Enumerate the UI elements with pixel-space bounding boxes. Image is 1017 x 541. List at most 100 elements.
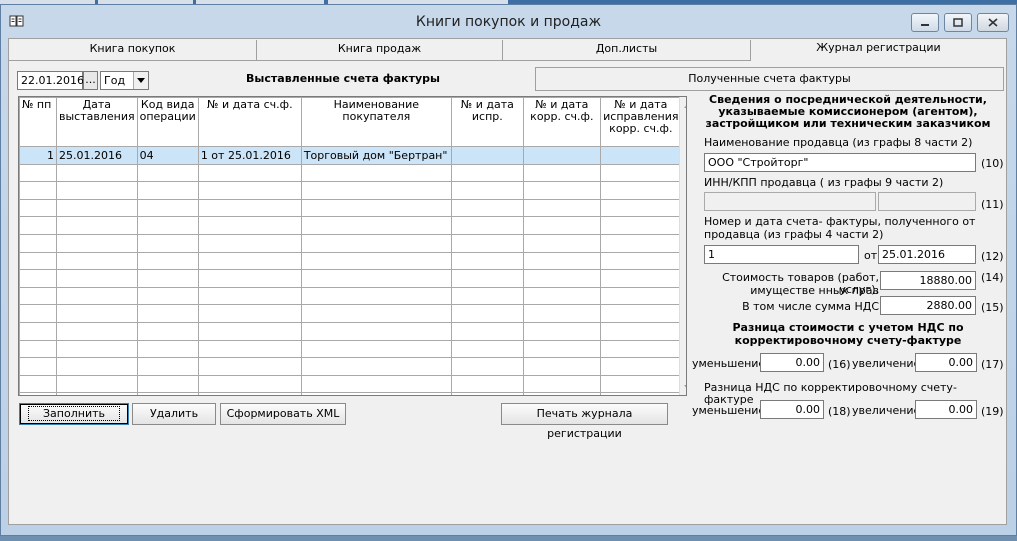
invoice-label-line2: продавца (из графы 4 части 2)	[704, 228, 884, 241]
title-bar[interactable]: Книги покупок и продаж	[1, 5, 1016, 37]
table-row-empty[interactable]	[19, 216, 682, 235]
tabs-divider	[9, 60, 751, 61]
window-title: Книги покупок и продаж	[415, 14, 602, 30]
cell-invoice[interactable]: 1 от 25.01.2016	[197, 146, 302, 165]
minimize-button[interactable]	[911, 13, 939, 32]
vat-field[interactable]: 2880.00	[880, 296, 976, 315]
tab-additional-sheets[interactable]: Доп.листы	[503, 40, 751, 60]
invoice-table: № пп Дата выставления Код вида операции …	[19, 97, 682, 395]
vat-increase-label: увеличение	[852, 404, 921, 417]
invoice-label-line1: Номер и дата счета- фактуры, полученного…	[704, 215, 976, 228]
table-row-empty[interactable]	[19, 233, 682, 253]
form-client-area: Книга покупок Книга продаж Доп.листы Жур…	[8, 38, 1007, 525]
main-window: Книги покупок и продаж Книга покупок Кни…	[0, 4, 1017, 536]
chevron-down-icon	[683, 384, 686, 388]
invoice-number-field[interactable]: 1	[704, 245, 859, 264]
column-header-issue-date[interactable]: Дата выставления	[56, 97, 138, 147]
generate-xml-button[interactable]: Сформировать XML	[220, 403, 346, 425]
column-header-adjustment-correction[interactable]: № и дата исправления корр. сч.ф.	[599, 97, 682, 147]
index-11: (11)	[981, 198, 1004, 211]
column-header-number[interactable]: № пп	[19, 97, 57, 147]
maximize-icon	[953, 18, 963, 27]
invoice-date-field[interactable]: 25.01.2016	[878, 245, 976, 264]
date-picker-button[interactable]: ...	[83, 71, 98, 90]
index-14: (14)	[981, 271, 1004, 284]
kpp-field[interactable]	[878, 192, 976, 211]
table-row-empty[interactable]	[19, 304, 682, 323]
tab-purchase-book[interactable]: Книга покупок	[9, 40, 257, 60]
invoice-grid[interactable]: № пп Дата выставления Код вида операции …	[18, 96, 687, 396]
table-row-empty[interactable]	[19, 251, 682, 271]
period-select[interactable]: Год	[100, 71, 149, 90]
cell-issue-date[interactable]: 25.01.2016	[56, 146, 138, 165]
maximize-button[interactable]	[944, 13, 972, 32]
vat-decrease-label: уменьшение	[692, 404, 766, 417]
seller-name-label: Наименование продавца (из графы 8 части …	[704, 136, 973, 149]
fill-button-label: Заполнить	[28, 406, 120, 421]
panel-header: Сведения о посреднической деятельности, …	[705, 93, 991, 130]
table-row-empty[interactable]	[19, 198, 682, 218]
cell-adjustment-correction[interactable]	[599, 146, 682, 165]
delete-button[interactable]: Удалить	[132, 403, 216, 425]
from-label: от	[864, 249, 878, 262]
column-header-invoice[interactable]: № и дата сч.ф.	[197, 97, 302, 147]
cell-correction[interactable]	[450, 146, 524, 165]
cost-field[interactable]: 18880.00	[880, 271, 976, 290]
minimize-icon	[921, 23, 929, 26]
inn-field[interactable]	[704, 192, 876, 211]
tab-registration-journal[interactable]: Журнал регистрации	[751, 39, 1006, 59]
index-17: (17)	[981, 358, 1004, 371]
cost-label-line2: имуществе нных прав	[750, 284, 879, 297]
fill-button[interactable]: Заполнить	[19, 403, 129, 425]
subtab-issued-invoices[interactable]: Выставленные счета фактуры	[151, 69, 535, 91]
diff-header-line1: Разница стоимости с учетом НДС по	[732, 321, 964, 334]
vat-label: В том числе сумма НДС	[742, 300, 879, 313]
dropdown-button[interactable]	[133, 72, 148, 89]
subtab-received-invoices[interactable]: Полученные счета фактуры	[535, 67, 1004, 90]
table-row-empty[interactable]	[19, 269, 682, 288]
table-row-empty[interactable]	[19, 321, 682, 341]
column-header-operation-code[interactable]: Код вида операции	[136, 97, 199, 147]
seller-name-field[interactable]: ООО "Стройторг"	[704, 153, 976, 172]
period-select-value: Год	[104, 74, 126, 87]
table-row-empty[interactable]	[19, 339, 682, 359]
cell-operation-code[interactable]: 04	[136, 146, 199, 165]
diff-increase-label: увеличение	[852, 357, 921, 370]
vat-increase-field[interactable]: 0.00	[915, 400, 977, 419]
chevron-down-icon	[137, 78, 145, 83]
table-row-empty[interactable]	[19, 392, 682, 395]
diff-increase-field[interactable]: 0.00	[915, 353, 977, 372]
table-row-empty[interactable]	[19, 374, 682, 394]
vat-decrease-field[interactable]: 0.00	[760, 400, 824, 419]
inn-kpp-label: ИНН/КПП продавца ( из графы 9 части 2)	[704, 176, 944, 189]
column-header-correction[interactable]: № и дата испр.	[450, 97, 524, 147]
diff-header-line2: корректировочному счету-фактуре	[734, 334, 962, 347]
table-header-row: № пп Дата выставления Код вида операции …	[19, 97, 682, 147]
subtabs-divider	[535, 90, 1004, 91]
date-field[interactable]: 22.01.2016	[17, 71, 84, 90]
chevron-up-icon	[683, 104, 686, 108]
close-icon	[988, 18, 998, 27]
column-header-buyer[interactable]: Наименование покупателя	[300, 97, 452, 147]
table-row-empty[interactable]	[19, 163, 682, 183]
cell-number[interactable]: 1	[19, 146, 57, 165]
table-row-empty[interactable]	[19, 181, 682, 200]
index-10: (10)	[981, 157, 1004, 170]
scroll-down-button[interactable]	[680, 379, 686, 395]
index-18: (18)	[828, 405, 851, 418]
close-button[interactable]	[977, 13, 1009, 32]
column-header-adjustment[interactable]: № и дата корр. сч.ф.	[522, 97, 601, 147]
table-row-empty[interactable]	[19, 286, 682, 306]
table-row[interactable]: 1 25.01.2016 04 1 от 25.01.2016 Торговый…	[19, 146, 682, 165]
cell-buyer[interactable]: Торговый дом "Бертран"	[300, 146, 452, 165]
tab-sales-book[interactable]: Книга продаж	[257, 40, 503, 60]
grid-vertical-scrollbar[interactable]	[679, 97, 686, 395]
intermediary-panel: Сведения о посреднической деятельности, …	[692, 94, 1004, 454]
index-19: (19)	[981, 405, 1004, 418]
scroll-up-button[interactable]	[680, 97, 686, 113]
diff-decrease-field[interactable]: 0.00	[760, 353, 824, 372]
cell-adjustment[interactable]	[522, 146, 601, 165]
print-journal-button[interactable]: Печать журнала регистрации	[501, 403, 668, 440]
diff-decrease-label: уменьшение	[692, 357, 766, 370]
table-row-empty[interactable]	[19, 357, 682, 376]
